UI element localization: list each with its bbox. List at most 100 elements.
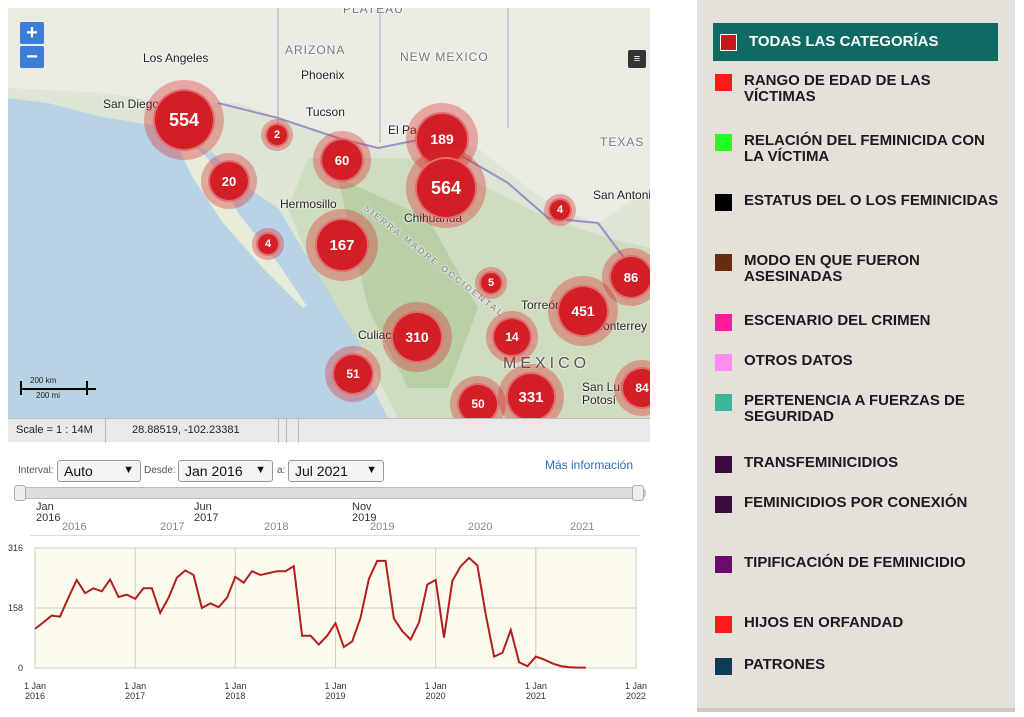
- legend-category-item[interactable]: OTROS DATOS: [715, 353, 1000, 371]
- x-tick-label: 1 Jan: [324, 681, 346, 691]
- legend-swatch: [715, 456, 732, 473]
- zoom-out-button[interactable]: −: [20, 46, 44, 68]
- legend-label: FEMINICIDIOS POR CONEXIÓN: [744, 494, 968, 511]
- place-label: NEW MEXICO: [400, 50, 489, 64]
- cluster-marker[interactable]: 51: [325, 346, 381, 402]
- legend-label: ESTATUS DEL O LOS FEMINICIDAS: [744, 192, 999, 209]
- legend-swatch: [715, 314, 732, 331]
- timeline-slider-track[interactable]: [14, 487, 646, 499]
- legend-category-item[interactable]: RELACIÓN DEL FEMINICIDA CON LA VÍCTIMA: [715, 133, 1000, 165]
- chevron-down-icon: ▼: [366, 464, 377, 476]
- x-tick-label: 1 Jan: [124, 681, 146, 691]
- cluster-marker[interactable]: 310: [382, 302, 452, 372]
- x-tick-label: 2017: [125, 691, 145, 701]
- more-info-link[interactable]: Más información: [545, 458, 633, 472]
- legend-swatch: [715, 354, 732, 371]
- place-label: Los Angeles: [143, 51, 209, 65]
- timeline-top-label: Jun 2017: [194, 501, 219, 524]
- y-tick-label: 158: [8, 603, 23, 613]
- y-tick-label: 316: [8, 543, 23, 553]
- map-view[interactable]: + − ≡ PLATEAU Los Angeles ARIZONA Phoeni…: [8, 8, 650, 418]
- cluster-marker[interactable]: 2: [261, 119, 293, 151]
- legend-category-item[interactable]: RANGO DE EDAD DE LAS VÍCTIMAS: [715, 73, 1000, 105]
- x-tick-label: 2019: [325, 691, 345, 701]
- x-tick-label: 2016: [25, 691, 45, 701]
- cluster-marker[interactable]: 14: [486, 311, 538, 363]
- timeline-year: 2016: [62, 521, 87, 533]
- coordinates-text: 28.88519, -102.23381: [132, 424, 240, 436]
- category-legend: TODAS LAS CATEGORÍAS RANGO DE EDAD DE LAS…: [697, 0, 1015, 712]
- map-status-bar: Scale = 1 : 14M 28.88519, -102.23381: [8, 418, 650, 443]
- cluster-marker[interactable]: 564: [406, 148, 486, 228]
- place-label: PLATEAU: [343, 8, 404, 16]
- cluster-marker[interactable]: 451: [548, 276, 618, 346]
- legend-swatch: [715, 556, 732, 573]
- timeline-year: 2017: [160, 521, 185, 533]
- legend-category-item[interactable]: PERTENENCIA A FUERZAS DE SEGURIDAD: [715, 393, 1000, 425]
- legend-category-item[interactable]: ESTATUS DEL O LOS FEMINICIDAS: [715, 193, 1000, 211]
- place-label: San Antonio: [593, 188, 650, 202]
- legend-swatch: [715, 254, 732, 271]
- x-tick-label: 1 Jan: [625, 681, 647, 691]
- timeline-header: Jan 2016 Jun 2017 Nov 2019 2016 2017 201…: [0, 502, 650, 536]
- legend-label: RELACIÓN DEL FEMINICIDA CON LA VÍCTIMA: [744, 132, 985, 165]
- legend-label: TODAS LAS CATEGORÍAS: [749, 33, 939, 50]
- legend-category-item[interactable]: FEMINICIDIOS POR CONEXIÓN: [715, 495, 1000, 513]
- femicide-timeline-chart: 31615801 Jan20161 Jan20171 Jan20181 Jan2…: [8, 543, 647, 701]
- place-label: Phoenix: [301, 68, 345, 82]
- timeline-slider-end-handle[interactable]: [632, 485, 644, 501]
- legend-label: MODO EN QUE FUERON ASESINADAS: [744, 252, 920, 285]
- y-tick-label: 0: [18, 663, 23, 673]
- legend-label: HIJOS EN ORFANDAD: [744, 614, 904, 631]
- legend-label: TRANSFEMINICIDIOS: [744, 454, 899, 471]
- place-label: TEXAS: [600, 135, 645, 149]
- legend-category-item[interactable]: PATRONES: [715, 657, 1000, 675]
- scale-bar: 200 km 200 mi: [20, 376, 100, 406]
- timeline-year: 2020: [468, 521, 493, 533]
- timeline-year: 2019: [370, 521, 395, 533]
- cluster-marker[interactable]: 20: [201, 153, 257, 209]
- legend-category-item[interactable]: HIJOS EN ORFANDAD: [715, 615, 1000, 633]
- x-tick-label: 2021: [526, 691, 546, 701]
- legend-label: RANGO DE EDAD DE LAS VÍCTIMAS: [744, 72, 931, 105]
- legend-label: OTROS DATOS: [744, 352, 853, 369]
- legend-swatch: [720, 33, 737, 51]
- zoom-in-button[interactable]: +: [20, 22, 44, 44]
- legend-label: ESCENARIO DEL CRIMEN: [744, 312, 931, 329]
- x-tick-label: 1 Jan: [24, 681, 46, 691]
- cluster-marker[interactable]: 167: [306, 209, 378, 281]
- cluster-marker[interactable]: 554: [144, 80, 224, 160]
- place-label: ARIZONA: [285, 43, 346, 57]
- chevron-down-icon: ▼: [123, 464, 134, 476]
- legend-swatch: [715, 134, 732, 151]
- to-label: a:: [277, 465, 286, 476]
- cluster-marker[interactable]: 60: [313, 131, 371, 189]
- legend-category-item[interactable]: TIPIFICACIÓN DE FEMINICIDIO: [715, 555, 1000, 573]
- to-select[interactable]: Jul 2021 ▼: [288, 460, 384, 482]
- legend-swatch: [715, 616, 732, 633]
- place-label: Tucson: [306, 105, 345, 119]
- cluster-marker[interactable]: 5: [475, 267, 507, 299]
- scale-text: Scale = 1 : 14M: [16, 424, 93, 436]
- timeline-slider-start-handle[interactable]: [14, 485, 26, 501]
- x-tick-label: 2022: [626, 691, 646, 701]
- legend-label: PATRONES: [744, 656, 826, 673]
- legend-category-item[interactable]: TODAS LAS CATEGORÍAS: [713, 23, 998, 61]
- legend-category-item[interactable]: MODO EN QUE FUERON ASESINADAS: [715, 253, 1000, 285]
- legend-swatch: [715, 496, 732, 513]
- layers-icon[interactable]: ≡: [628, 50, 646, 68]
- chevron-down-icon: ▼: [255, 464, 266, 476]
- cluster-marker[interactable]: 4: [252, 228, 284, 260]
- from-select[interactable]: Jan 2016 ▼: [178, 460, 273, 482]
- legend-category-item[interactable]: TRANSFEMINICIDIOS: [715, 455, 1000, 473]
- legend-swatch: [715, 658, 732, 675]
- interval-select[interactable]: Auto ▼: [57, 460, 141, 482]
- legend-category-item[interactable]: ESCENARIO DEL CRIMEN: [715, 313, 1000, 331]
- cluster-marker[interactable]: 4: [544, 194, 576, 226]
- x-tick-label: 2018: [225, 691, 245, 701]
- legend-swatch: [715, 394, 732, 411]
- legend-label: PERTENENCIA A FUERZAS DE SEGURIDAD: [744, 392, 965, 425]
- legend-swatch: [715, 74, 732, 91]
- x-tick-label: 1 Jan: [224, 681, 246, 691]
- x-tick-label: 2020: [426, 691, 446, 701]
